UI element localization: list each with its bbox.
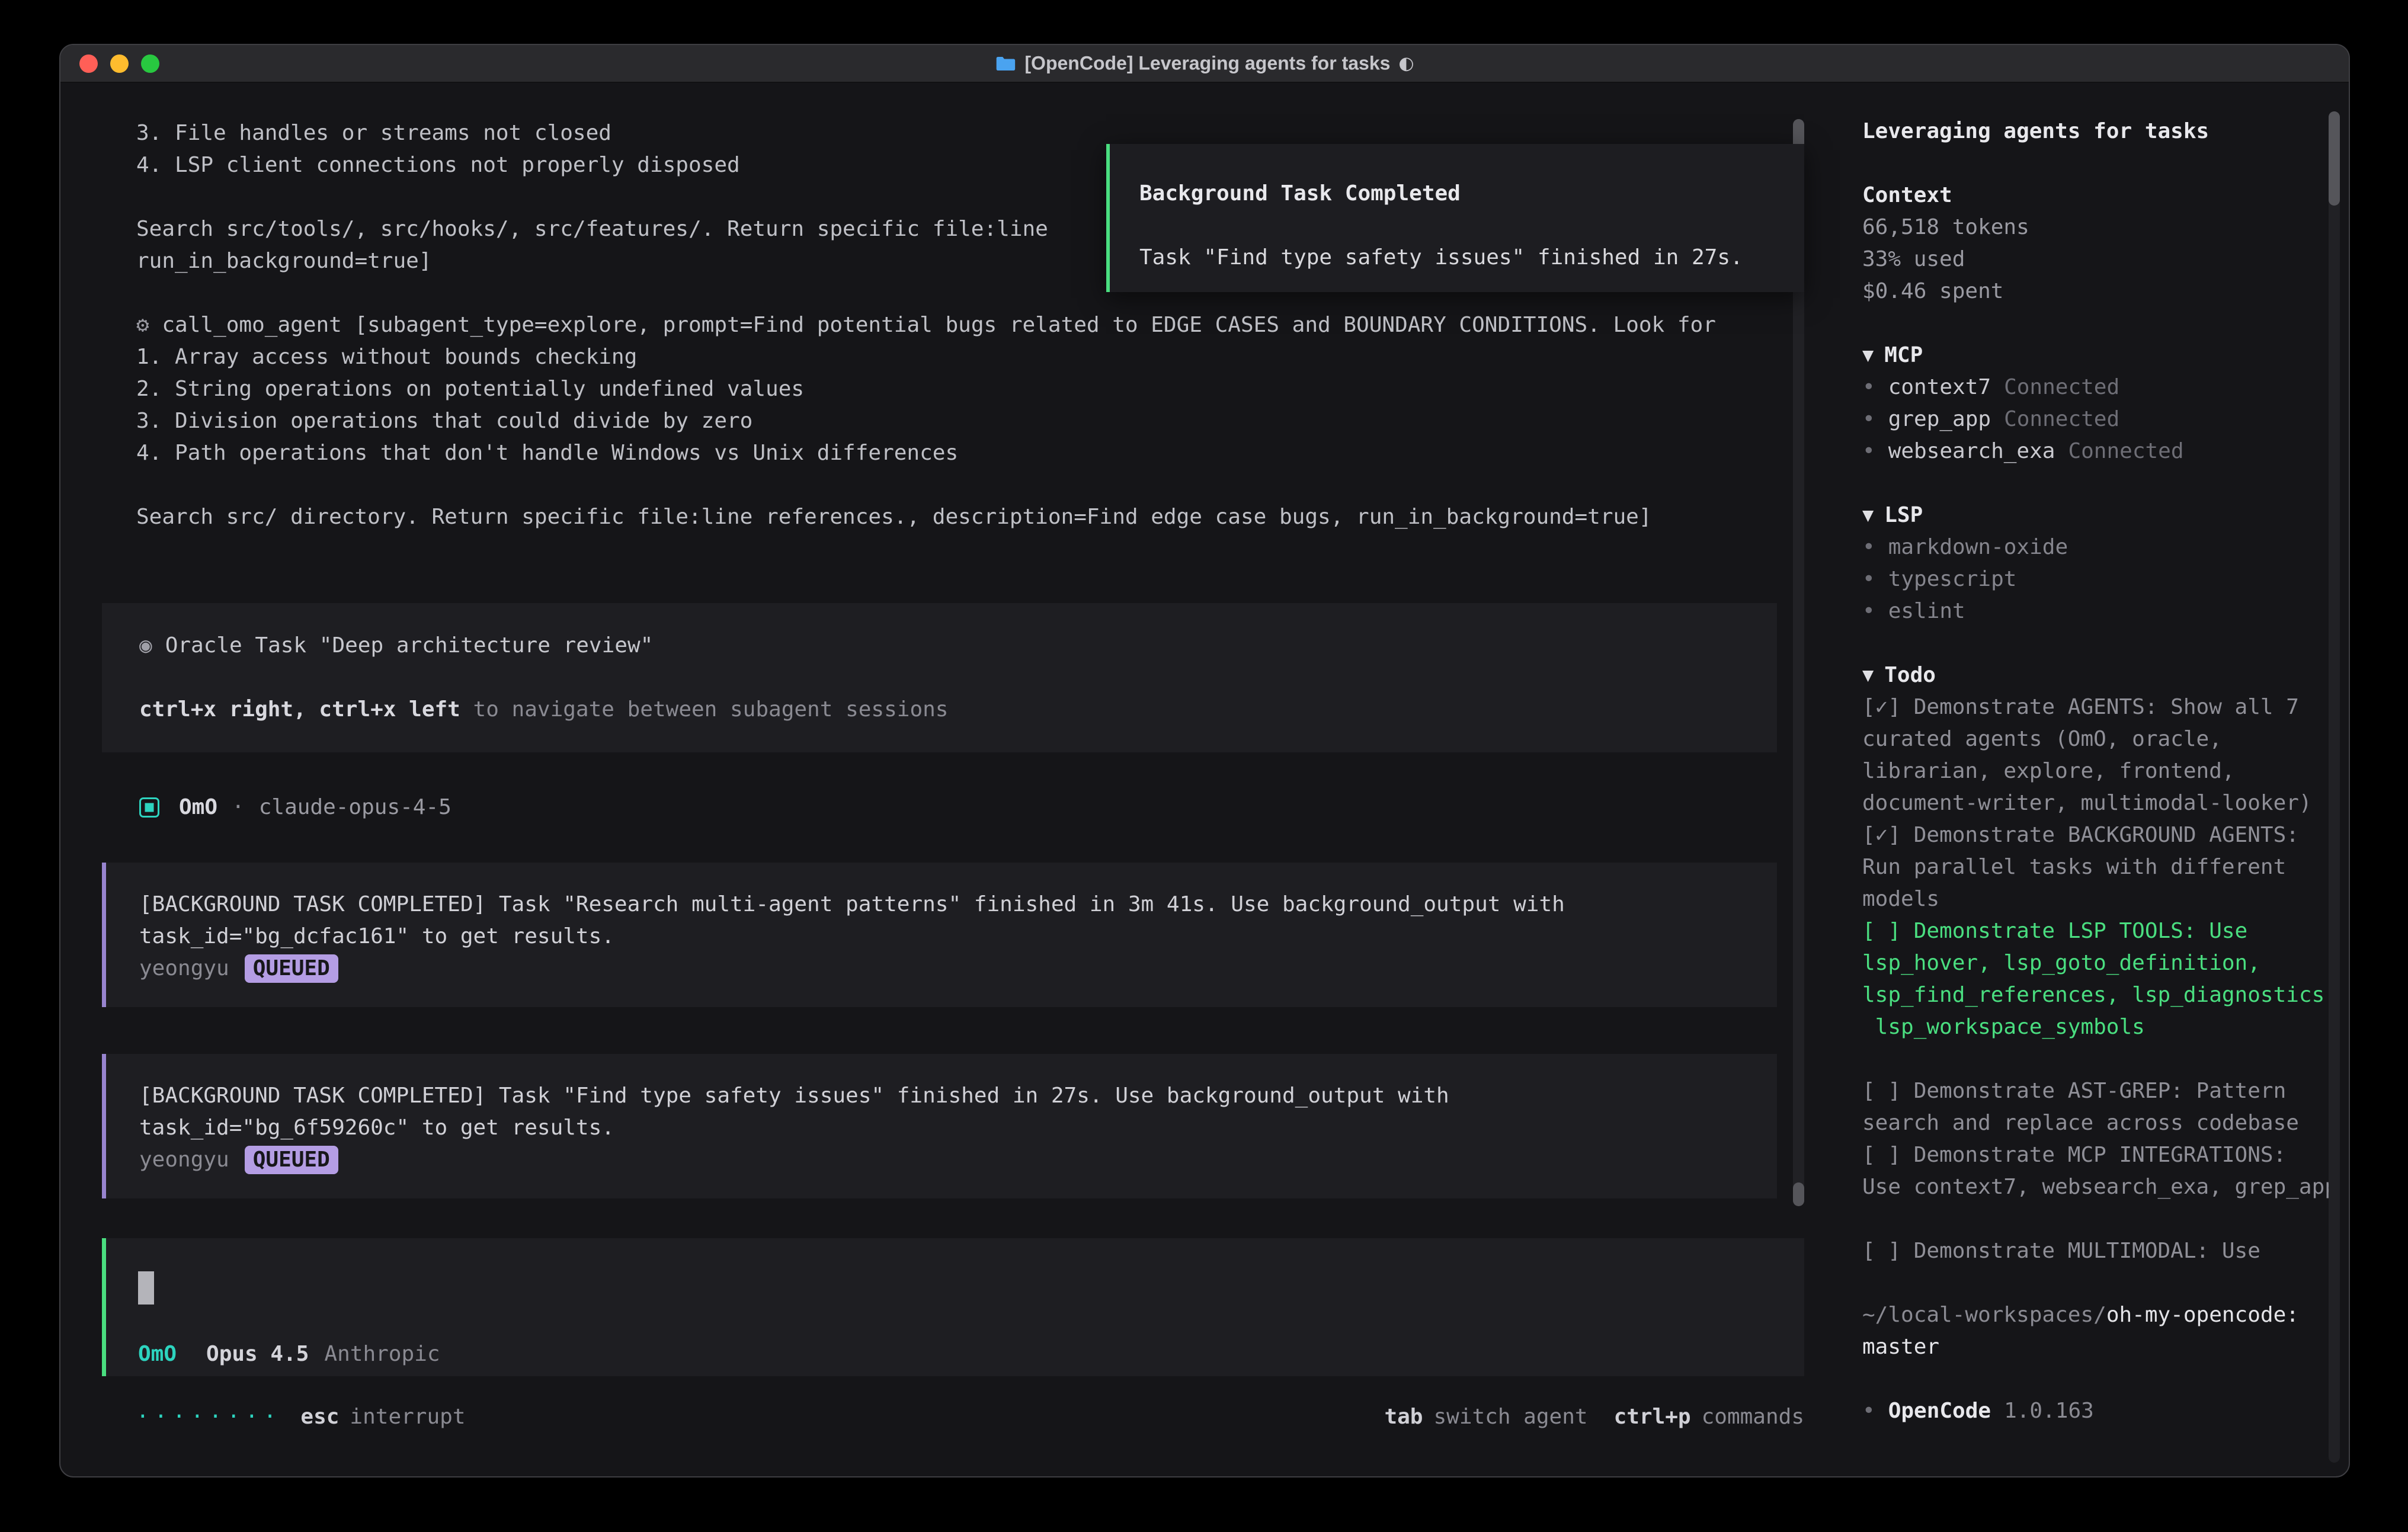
active-model-name: Opus 4.5 <box>206 1338 309 1370</box>
bullet-icon: • <box>1862 403 1875 435</box>
bullet-icon: • <box>1862 595 1875 627</box>
todo-item-pending: [ ] Demonstrate MULTIMODAL: Use <box>1862 1235 2343 1267</box>
collapse-triangle-icon: ▼ <box>1862 659 1874 691</box>
sidebar: Leveraging agents for tasks Context 66,5… <box>1804 83 2349 1477</box>
main-scrollbar-thumb-bottom[interactable] <box>1793 1182 1804 1206</box>
todo-item-pending: [ ] Demonstrate MCP INTEGRATIONS: Use co… <box>1862 1139 2343 1203</box>
app-version-row: • OpenCode 1.0.163 <box>1862 1395 2343 1427</box>
bullet-icon: • <box>1862 371 1875 403</box>
window-title-text: [OpenCode] Leveraging agents for tasks <box>1024 53 1390 75</box>
oracle-task-panel: ◉Oracle Task "Deep architecture review" … <box>102 603 1777 752</box>
terminal-main: 3. File handles or streams not closed 4.… <box>60 83 1804 1477</box>
status-bar: ········ esc interrupt tab switch agent … <box>136 1401 1804 1433</box>
message-block: [BACKGROUND TASK COMPLETED] Task "Find t… <box>102 1054 1777 1198</box>
lsp-item: • typescript <box>1862 563 2343 595</box>
message-line: [BACKGROUND TASK COMPLETED] Task "Resear… <box>139 889 1777 921</box>
message-line: task_id="bg_6f59260c" to get results. <box>139 1112 1777 1144</box>
zoom-button[interactable] <box>141 55 159 73</box>
model-row: OmO Opus 4.5 Anthropic <box>138 1338 440 1370</box>
context-tokens: 66,518 tokens <box>1862 211 2029 243</box>
notification-toast: Background Task Completed Task "Find typ… <box>1106 144 1804 292</box>
app-name: OpenCode <box>1888 1395 1991 1427</box>
status-badge: QUEUED <box>245 954 338 983</box>
toast-body: Task "Find type safety issues" finished … <box>1139 242 1804 274</box>
agent-model: claude-opus-4-5 <box>259 791 451 823</box>
spinner-dots: ········ <box>136 1401 281 1433</box>
mcp-item: • websearch_exa Connected <box>1862 435 2343 467</box>
todo-section-header[interactable]: ▼ Todo <box>1862 659 2343 691</box>
sidebar-scrollbar-thumb[interactable] <box>2329 111 2340 206</box>
collapse-triangle-icon: ▼ <box>1862 339 1874 371</box>
traffic-lights <box>60 55 159 73</box>
tool-call-line: ⚙ call_omo_agent [subagent_type=explore,… <box>60 309 1804 341</box>
message-line: [BACKGROUND TASK COMPLETED] Task "Find t… <box>139 1080 1777 1112</box>
model-provider: Anthropic <box>324 1338 440 1370</box>
titlebar: [OpenCode] Leveraging agents for tasks ◐ <box>60 45 2349 83</box>
separator-dot: · <box>232 791 245 823</box>
lsp-item: • markdown-oxide <box>1862 531 2343 563</box>
message-line: task_id="bg_dcfac161" to get results. <box>139 921 1777 953</box>
folder-icon <box>995 55 1016 72</box>
todo-item-active: [ ] Demonstrate LSP TOOLS: Use lsp_hover… <box>1862 915 2343 1043</box>
bullet-icon: • <box>1862 1395 1875 1427</box>
terminal-window: [OpenCode] Leveraging agents for tasks ◐… <box>59 44 2350 1477</box>
agent-checkbox-icon <box>139 797 159 818</box>
message-author: yeongyu <box>139 1144 229 1176</box>
agent-name: OmO <box>179 791 217 823</box>
todo-item-done: [✓] Demonstrate BACKGROUND AGENTS: Run p… <box>1862 819 2343 915</box>
collapse-triangle-icon: ▼ <box>1862 499 1874 531</box>
app-version: 1.0.163 <box>2004 1395 2094 1427</box>
active-agent-name: OmO <box>138 1338 177 1370</box>
message-block: [BACKGROUND TASK COMPLETED] Task "Resear… <box>102 863 1777 1007</box>
esc-key-hint: esc <box>300 1401 339 1433</box>
workspace-branch: master <box>1862 1331 2343 1363</box>
ctrlp-key-hint: ctrl+p <box>1614 1401 1691 1433</box>
hint-keys: ctrl+x right, ctrl+x left <box>139 697 460 722</box>
oracle-task-title: Oracle Task "Deep architecture review" <box>165 633 654 658</box>
status-badge: QUEUED <box>245 1146 338 1174</box>
lsp-section-header[interactable]: ▼ LSP <box>1862 499 2343 531</box>
message-author: yeongyu <box>139 953 229 985</box>
bullet-icon: • <box>1862 531 1875 563</box>
tab-key-hint: tab <box>1384 1401 1423 1433</box>
tab-key-label: switch agent <box>1433 1401 1587 1433</box>
prompt-input[interactable]: OmO Opus 4.5 Anthropic <box>102 1238 1804 1376</box>
todo-item-pending: [ ] Demonstrate AST-GREP: Pattern search… <box>1862 1075 2343 1139</box>
gear-icon: ⚙ <box>136 313 149 337</box>
todo-item-done: [✓] Demonstrate AGENTS: Show all 7 curat… <box>1862 691 2343 819</box>
close-button[interactable] <box>79 55 98 73</box>
terminal-line: 2. String operations on potentially unde… <box>60 373 1804 405</box>
ctrlp-key-label: commands <box>1702 1401 1804 1433</box>
minimize-button[interactable] <box>110 55 129 73</box>
context-used: 33% used <box>1862 243 1965 275</box>
hint-text: to navigate between subagent sessions <box>460 697 949 722</box>
terminal-line: 3. Division operations that could divide… <box>60 405 1804 437</box>
agent-header-row: OmO · claude-opus-4-5 <box>139 791 1804 823</box>
text-cursor <box>138 1271 154 1305</box>
window-title: [OpenCode] Leveraging agents for tasks ◐ <box>995 53 1414 75</box>
record-icon: ◉ <box>139 633 152 658</box>
context-heading: Context <box>1862 180 1952 211</box>
esc-key-label: interrupt <box>350 1401 465 1433</box>
sidebar-scrollbar[interactable] <box>2329 111 2340 1463</box>
toast-title: Background Task Completed <box>1139 178 1804 210</box>
terminal-line: 4. Path operations that don't handle Win… <box>60 437 1804 469</box>
workspace-path: ~/local-workspaces/oh-my-opencode: <box>1862 1299 2343 1331</box>
terminal-line-blank <box>60 469 1804 501</box>
lsp-item: • eslint <box>1862 595 2343 627</box>
mcp-item: • context7 Connected <box>1862 371 2343 403</box>
bullet-icon: • <box>1862 435 1875 467</box>
mcp-section-header[interactable]: ▼ MCP <box>1862 339 2343 371</box>
bullet-icon: • <box>1862 563 1875 595</box>
context-spent: $0.46 spent <box>1862 275 2003 307</box>
session-title: Leveraging agents for tasks <box>1862 116 2209 148</box>
mcp-item: • grep_app Connected <box>1862 403 2343 435</box>
terminal-line: 1. Array access without bounds checking <box>60 341 1804 373</box>
progress-icon: ◐ <box>1398 53 1414 74</box>
terminal-line: Search src/ directory. Return specific f… <box>60 501 1804 533</box>
